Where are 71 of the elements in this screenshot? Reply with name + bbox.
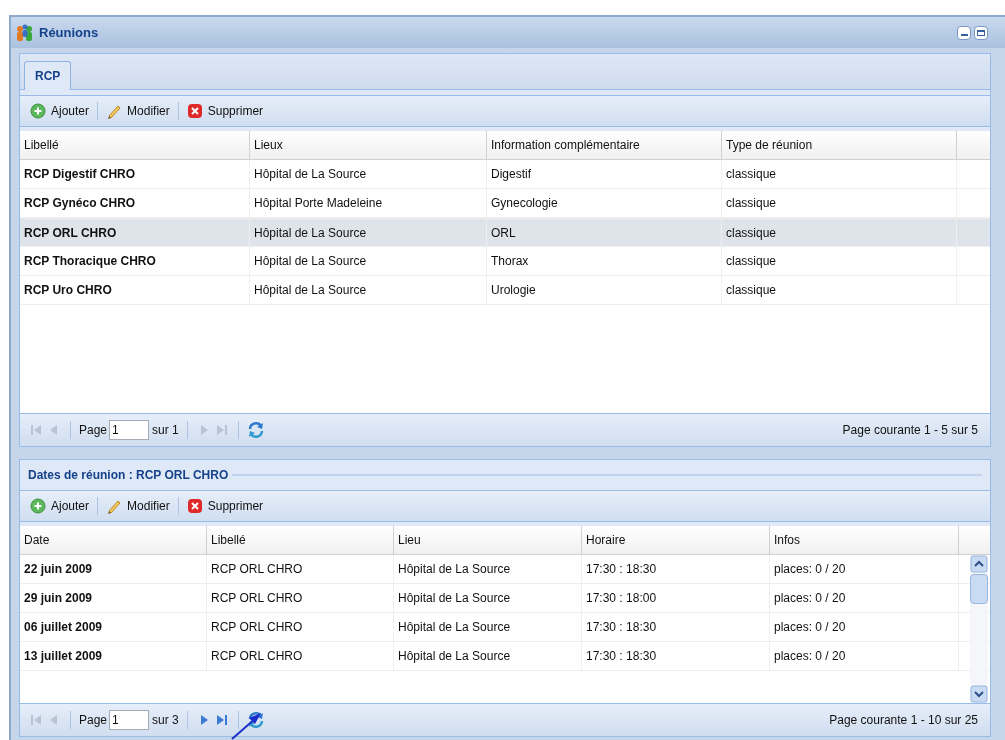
table-cell: 17:30 : 18:30 bbox=[582, 642, 770, 670]
table-cell: 17:30 : 18:30 bbox=[582, 555, 770, 583]
page-count: sur 3 bbox=[152, 712, 179, 729]
table-row[interactable]: RCP Gynéco CHRO Hôpital Porte Madeleine Gynecologie classique bbox=[20, 189, 990, 218]
table-cell: RCP ORL CHRO bbox=[207, 613, 394, 641]
column-header[interactable]: Lieu bbox=[394, 526, 582, 554]
table-cell: RCP Gynéco CHRO bbox=[20, 189, 250, 217]
page-count: sur 1 bbox=[152, 422, 179, 439]
table-cell: places: 0 / 20 bbox=[770, 613, 959, 641]
table-cell: RCP Uro CHRO bbox=[20, 276, 250, 304]
toolbar-button[interactable]: Ajouter bbox=[28, 494, 92, 518]
table-cell: Hôpital de La Source bbox=[394, 555, 582, 583]
page-input[interactable]: 1 bbox=[109, 420, 150, 440]
page-status: Page courante 1 - 10 sur 25 bbox=[829, 712, 978, 729]
table-cell: Digestif bbox=[487, 160, 722, 188]
column-header[interactable]: Information complémentaire bbox=[487, 131, 722, 159]
table-cell: Hôpital de La Source bbox=[250, 219, 487, 246]
toolbar-button[interactable]: Modifier bbox=[104, 99, 172, 123]
table-cell: 17:30 : 18:30 bbox=[582, 613, 770, 641]
column-header[interactable]: Infos bbox=[770, 526, 959, 554]
table-cell: classique bbox=[722, 160, 957, 188]
page-label: Page bbox=[79, 712, 108, 729]
toolbar-button[interactable]: Supprimer bbox=[184, 99, 266, 123]
table-cell: 22 juin 2009 bbox=[20, 555, 207, 583]
table-cell: places: 0 / 20 bbox=[770, 584, 959, 612]
toolbar-button[interactable]: Ajouter bbox=[28, 99, 92, 123]
table-cell: 06 juillet 2009 bbox=[20, 613, 207, 641]
table-row[interactable]: RCP Digestif CHRO Hôpital de La Source Digestif classique bbox=[20, 160, 990, 189]
table-cell: Hôpital de La Source bbox=[394, 584, 582, 612]
tab[interactable]: RCP bbox=[24, 61, 72, 90]
table-cell: Hôpital de La Source bbox=[250, 247, 487, 275]
table-cell: Hôpital Porte Madeleine bbox=[250, 189, 487, 217]
table-cell: classique bbox=[722, 219, 957, 246]
table-cell: RCP ORL CHRO bbox=[207, 555, 394, 583]
table-cell: places: 0 / 20 bbox=[770, 642, 959, 670]
table-cell: classique bbox=[722, 247, 957, 275]
table-cell: places: 0 / 20 bbox=[770, 555, 959, 583]
table-cell: classique bbox=[722, 276, 957, 304]
table-cell: RCP ORL CHRO bbox=[207, 642, 394, 670]
table-cell: Hôpital de La Source bbox=[394, 613, 582, 641]
table-row[interactable]: RCP Uro CHRO Hôpital de La Source Urologie classique bbox=[20, 276, 990, 305]
table-cell: RCP Digestif CHRO bbox=[20, 160, 250, 188]
column-header[interactable]: Libellé bbox=[207, 526, 394, 554]
column-header[interactable]: Horaire bbox=[582, 526, 770, 554]
column-header[interactable]: Lieux bbox=[250, 131, 487, 159]
table-cell: ORL bbox=[487, 219, 722, 246]
page-input[interactable]: 1 bbox=[109, 710, 150, 730]
table-cell: RCP ORL CHRO bbox=[20, 219, 250, 246]
table-cell: RCP Thoracique CHRO bbox=[20, 247, 250, 275]
window-title: Réunions bbox=[39, 23, 99, 42]
table-cell: RCP ORL CHRO bbox=[207, 584, 394, 612]
table-cell: 13 juillet 2009 bbox=[20, 642, 207, 670]
table-cell: Hôpital de La Source bbox=[250, 276, 487, 304]
table-cell: classique bbox=[722, 189, 957, 217]
table-row[interactable]: RCP ORL CHRO Hôpital de La Source ORL classique bbox=[20, 218, 990, 247]
page-status: Page courante 1 - 5 sur 5 bbox=[842, 422, 978, 439]
toolbar-button[interactable]: Supprimer bbox=[184, 494, 266, 518]
table-cell: Gynecologie bbox=[487, 189, 722, 217]
toolbar-button[interactable]: Modifier bbox=[104, 494, 172, 518]
panel-title: Dates de réunion : RCP ORL CHRO bbox=[28, 467, 229, 484]
table-cell: 17:30 : 18:00 bbox=[582, 584, 770, 612]
table-cell: Thorax bbox=[487, 247, 722, 275]
page-label: Page bbox=[79, 422, 108, 439]
table-cell: Urologie bbox=[487, 276, 722, 304]
column-header[interactable]: Date bbox=[20, 526, 207, 554]
table-cell: Hôpital de La Source bbox=[394, 642, 582, 670]
table-cell: Hôpital de La Source bbox=[250, 160, 487, 188]
column-header[interactable]: Type de réunion bbox=[722, 131, 957, 159]
column-header[interactable]: Libellé bbox=[20, 131, 250, 159]
table-cell: 29 juin 2009 bbox=[20, 584, 207, 612]
table-row[interactable]: RCP Thoracique CHRO Hôpital de La Source Thorax classique bbox=[20, 247, 990, 276]
